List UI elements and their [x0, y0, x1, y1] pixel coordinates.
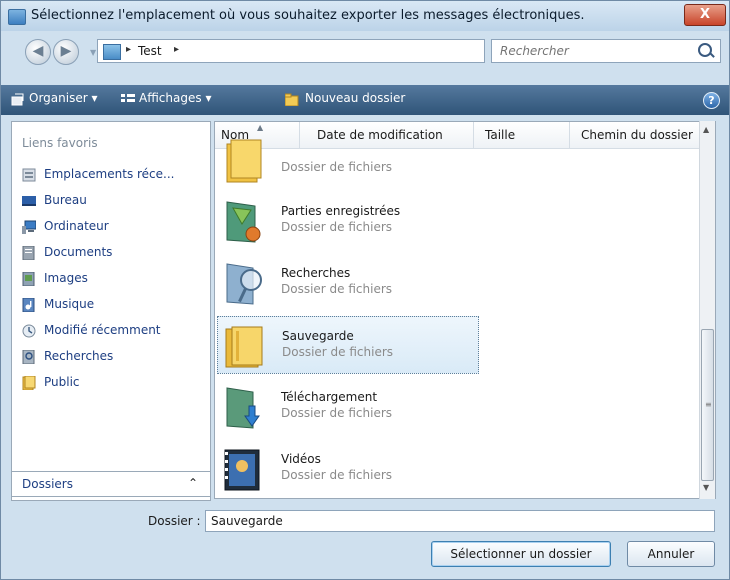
file-type: Dossier de fichiers: [282, 345, 394, 359]
favorite-links-pane: Liens favoris Emplacements réce... Burea…: [11, 121, 211, 501]
back-button[interactable]: ◀: [25, 39, 51, 65]
cancel-button[interactable]: Annuler: [627, 541, 715, 567]
column-header-path[interactable]: Chemin du dossier: [581, 128, 693, 142]
file-type: Dossier de fichiers: [281, 282, 393, 296]
folder-icon: [226, 139, 262, 183]
command-toolbar: Organiser ▾ Affichages ▾ Nouveau dossier…: [1, 85, 729, 115]
file-name: Vidéos: [281, 452, 321, 466]
forward-button[interactable]: ▶: [53, 39, 79, 65]
sidebar-item-label: Musique: [44, 297, 95, 311]
favorite-links-header: Liens favoris: [22, 136, 98, 150]
sidebar-item-label: Public: [44, 375, 80, 389]
breadcrumb-separator-icon[interactable]: ▸: [174, 44, 179, 55]
search-box[interactable]: [491, 39, 721, 63]
scroll-up-icon[interactable]: ▲: [703, 125, 709, 134]
searches-icon: [22, 350, 35, 364]
window-app-icon: [8, 9, 26, 25]
file-row[interactable]: Téléchargement Dossier de fichiers: [217, 378, 479, 436]
file-name: Téléchargement: [281, 390, 378, 404]
dialog-window: Sélectionnez l'emplacement où vous souha…: [0, 0, 730, 580]
folder-input[interactable]: [209, 513, 703, 529]
file-name: Sauvegarde: [282, 329, 354, 343]
folders-label: Dossiers: [22, 477, 73, 491]
sidebar-item-documents[interactable]: Documents: [22, 244, 207, 264]
folder-field-label: Dossier :: [148, 514, 201, 528]
file-name: Recherches: [281, 266, 351, 280]
sidebar-item-recent-places[interactable]: Emplacements réce...: [22, 166, 207, 186]
folders-toggle[interactable]: Dossiers ⌃: [11, 471, 211, 497]
sidebar-item-pictures[interactable]: Images: [22, 270, 207, 290]
breadcrumb-separator-icon[interactable]: ▸: [126, 44, 131, 55]
searches-folder-icon: [226, 263, 262, 305]
organize-icon: [11, 93, 24, 106]
history-dropdown-icon[interactable]: ▼: [90, 48, 96, 57]
saved-games-folder-icon: [226, 201, 261, 243]
views-icon: [121, 94, 135, 102]
file-row[interactable]: Vidéos Dossier de fichiers: [217, 440, 479, 498]
address-bar[interactable]: ▸ Test ▸ ▼ ↻: [97, 39, 572, 63]
new-folder-button[interactable]: Nouveau dossier: [305, 91, 405, 105]
file-row[interactable]: Dossier de fichiers: [217, 132, 479, 190]
column-header-size[interactable]: Taille: [485, 128, 515, 142]
file-row[interactable]: Parties enregistrées Dossier de fichiers: [217, 192, 479, 250]
music-icon: [22, 298, 35, 312]
sidebar-item-label: Emplacements réce...: [44, 167, 175, 181]
column-divider[interactable]: [569, 122, 570, 148]
file-list-pane: Nom ▲ Date de modification Taille Chemin…: [214, 121, 716, 499]
downloads-folder-icon: [226, 387, 260, 429]
recent-places-icon: [22, 168, 36, 182]
title-bar: Sélectionnez l'emplacement où vous souha…: [1, 1, 729, 31]
file-name: Parties enregistrées: [281, 204, 401, 218]
sidebar-item-label: Modifié récemment: [44, 323, 161, 337]
file-row-selected[interactable]: Sauvegarde Dossier de fichiers: [217, 316, 479, 374]
sort-ascending-icon: ▲: [257, 123, 264, 132]
sidebar-item-label: Ordinateur: [44, 219, 109, 233]
folder-field[interactable]: [205, 510, 715, 532]
file-type: Dossier de fichiers: [281, 406, 393, 420]
scroll-down-icon[interactable]: ▼: [703, 483, 709, 492]
breadcrumb-test[interactable]: Test: [138, 44, 162, 58]
search-input[interactable]: [498, 43, 692, 59]
vertical-scrollbar[interactable]: ▲ ≡ ▼: [699, 121, 715, 499]
pictures-icon: [22, 272, 35, 286]
sidebar-item-recently-changed[interactable]: Modifié récemment: [22, 322, 207, 342]
file-row[interactable]: Recherches Dossier de fichiers: [217, 254, 479, 312]
sidebar-item-label: Bureau: [44, 193, 87, 207]
organize-label: Organiser: [29, 91, 88, 105]
scrollbar-grip-icon: ≡: [705, 400, 712, 409]
computer-icon: [22, 220, 36, 234]
file-type: Dossier de fichiers: [281, 160, 393, 174]
organize-button[interactable]: Organiser ▾: [29, 91, 98, 105]
sidebar-item-public[interactable]: Public: [22, 374, 207, 394]
sidebar-item-label: Recherches: [44, 349, 114, 363]
select-folder-button[interactable]: Sélectionner un dossier: [431, 541, 611, 567]
sidebar-item-label: Documents: [44, 245, 113, 259]
close-button[interactable]: X: [684, 4, 726, 26]
help-icon[interactable]: ?: [703, 92, 720, 109]
search-icon[interactable]: [698, 43, 712, 57]
sidebar-item-computer[interactable]: Ordinateur: [22, 218, 207, 238]
file-type: Dossier de fichiers: [281, 468, 393, 482]
views-button[interactable]: Affichages ▾: [139, 91, 211, 105]
documents-icon: [22, 246, 35, 260]
public-folder-icon: [22, 376, 36, 390]
folder-icon: [225, 326, 263, 368]
sidebar-item-searches[interactable]: Recherches: [22, 348, 207, 368]
dialog-footer: Dossier : Sélectionner un dossier Annule…: [1, 501, 729, 579]
sidebar-item-desktop[interactable]: Bureau: [22, 192, 207, 212]
address-row: ◀ ▶ ▼ ▸ Test ▸ ▼ ↻: [1, 31, 729, 85]
sidebar-item-label: Images: [44, 271, 88, 285]
scrollbar-thumb[interactable]: ≡: [701, 329, 714, 481]
sidebar-item-music[interactable]: Musique: [22, 296, 207, 316]
file-type: Dossier de fichiers: [281, 220, 393, 234]
recently-changed-icon: [22, 324, 36, 338]
location-icon: [103, 44, 121, 60]
chevron-up-icon: ⌃: [188, 476, 199, 490]
views-label: Affichages: [139, 91, 202, 105]
new-folder-icon: [285, 93, 299, 106]
desktop-icon: [22, 196, 36, 206]
window-title: Sélectionnez l'emplacement où vous souha…: [31, 8, 585, 23]
videos-folder-icon: [224, 449, 260, 491]
